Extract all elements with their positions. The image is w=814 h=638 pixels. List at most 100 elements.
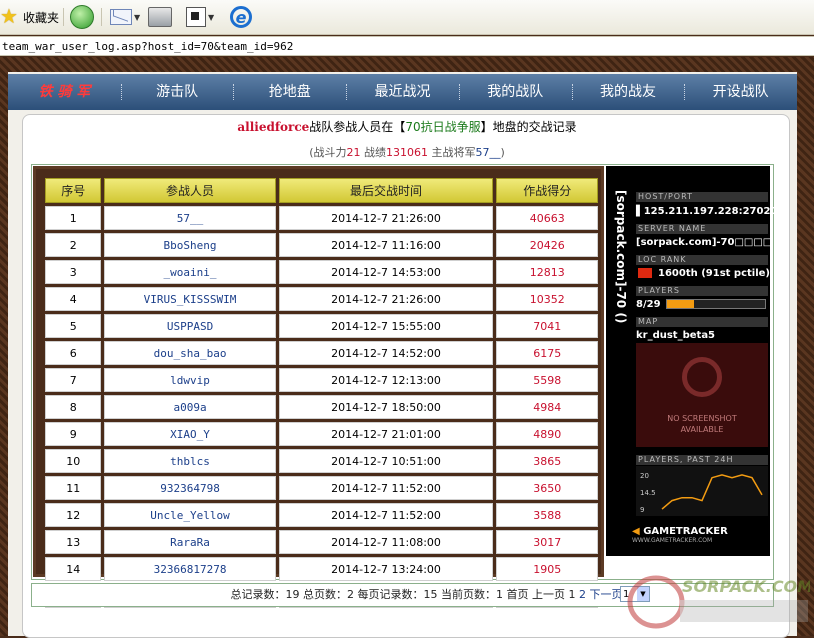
- nav-item-territory[interactable]: 抢地盘: [233, 74, 346, 110]
- cell-score: 4890: [496, 422, 598, 446]
- cell-player[interactable]: _woaini_: [104, 260, 276, 284]
- page-2-link[interactable]: 2: [579, 588, 586, 601]
- players-bar-fill: [667, 300, 695, 308]
- next-page-link[interactable]: 下一页: [590, 588, 623, 601]
- players-bar: [666, 299, 766, 309]
- table-row: 14 32366817278 2014-12-7 13:24:00 1905: [45, 557, 598, 581]
- team-name[interactable]: alliedforce: [237, 120, 309, 134]
- server-name[interactable]: 70抗日战争服: [405, 120, 480, 134]
- header-player: 参战人员: [104, 178, 276, 203]
- record-value: 131061: [386, 146, 428, 159]
- rank-label: LOC RANK: [636, 255, 768, 265]
- nav-item-recent[interactable]: 最近战况: [346, 74, 459, 110]
- cell-no: 12: [45, 503, 102, 527]
- cell-no: 11: [45, 476, 102, 500]
- favorites-button[interactable]: 收藏夹: [0, 5, 59, 29]
- pagination-summary: 总记录数：19 总页数：2 每页记录数：15 当前页数：1 首页 上一页 1: [230, 588, 579, 601]
- cell-time: 2014-12-7 11:16:00: [278, 233, 494, 257]
- chevron-down-icon: ▼: [208, 12, 215, 22]
- cell-player[interactable]: a009a: [104, 395, 276, 419]
- records-table: 序号 参战人员 最后交战时间 作战得分 1 57__ 2014-12-7 21:26…: [42, 175, 601, 611]
- nav-item-my-friends[interactable]: 我的战友: [571, 74, 685, 110]
- map-label: MAP: [636, 317, 768, 327]
- table-row: 3 _woaini_ 2014-12-7 14:53:00 12813: [45, 260, 598, 284]
- table-row: 4 VIRUS_KISSSWIM 2014-12-7 21:26:00 10352: [45, 287, 598, 311]
- cell-player[interactable]: Uncle_Yellow: [104, 503, 276, 527]
- cell-player[interactable]: BboSheng: [104, 233, 276, 257]
- print-button[interactable]: [148, 5, 172, 29]
- cell-no: 8: [45, 395, 102, 419]
- players-graph: 20 14.5 9: [636, 466, 768, 516]
- table-row: 6 dou_sha_bao 2014-12-7 14:52:00 6175: [45, 341, 598, 365]
- mail-button[interactable]: ▼: [110, 5, 140, 29]
- nav-item-guerrilla[interactable]: 游击队: [120, 74, 234, 110]
- cell-player[interactable]: thblcs: [104, 449, 276, 473]
- cell-time: 2014-12-7 13:24:00: [278, 557, 494, 581]
- cell-score: 10352: [496, 287, 598, 311]
- edit-icon: [186, 7, 206, 27]
- nav-item-my-team[interactable]: 我的战队: [458, 74, 572, 110]
- cell-no: 5: [45, 314, 102, 338]
- cell-no: 1: [45, 206, 102, 230]
- server-value: [sorpack.com]-70□□□□: [636, 237, 773, 248]
- ie-icon: e: [230, 6, 252, 28]
- stats-text: ): [500, 146, 505, 159]
- graph-tick-14: 14.5: [640, 489, 656, 497]
- header-time: 最后交战时间: [278, 178, 494, 203]
- cell-score: 3588: [496, 503, 598, 527]
- host-label: HOST/PORT: [636, 192, 768, 202]
- ie-button[interactable]: e: [230, 5, 252, 29]
- table-row: 2 BboSheng 2014-12-7 11:16:00 20426: [45, 233, 598, 257]
- cell-score: 3865: [496, 449, 598, 473]
- nav-item-tieqijun[interactable]: 铁 骑 军: [8, 74, 121, 110]
- gametracker-banner[interactable]: [sorpack.com]-70 () HOST/PORT ▌125.211.1…: [606, 166, 777, 556]
- power-value: 21: [346, 146, 361, 159]
- cell-player[interactable]: RaraRa: [104, 530, 276, 554]
- page-title: alliedforce战队参战人员在【70抗日战争服】地盘的交战记录: [0, 118, 814, 135]
- watermark-text: SORPACK.COM: [682, 577, 810, 596]
- cell-score: 1905: [496, 557, 598, 581]
- general-link[interactable]: 57__: [476, 146, 501, 159]
- table-row: 7 ldwvip 2014-12-7 12:13:00 5598: [45, 368, 598, 392]
- table-row: 9 XIAO_Y 2014-12-7 21:01:00 4890: [45, 422, 598, 446]
- cell-player[interactable]: XIAO_Y: [104, 422, 276, 446]
- mail-icon: [110, 9, 132, 25]
- cell-score: 12813: [496, 260, 598, 284]
- cell-player[interactable]: 32366817278: [104, 557, 276, 581]
- cell-player[interactable]: USPPASD: [104, 314, 276, 338]
- cell-no: 6: [45, 341, 102, 365]
- cell-time: 2014-12-7 21:26:00: [278, 206, 494, 230]
- table-row: 12 Uncle_Yellow 2014-12-7 11:52:00 3588: [45, 503, 598, 527]
- cell-player[interactable]: VIRUS_KISSSWIM: [104, 287, 276, 311]
- stats-text: 战绩: [360, 146, 386, 159]
- cell-score: 3017: [496, 530, 598, 554]
- address-bar[interactable]: team_war_user_log.asp?host_id=70&team_id…: [0, 36, 814, 56]
- cell-time: 2014-12-7 15:55:00: [278, 314, 494, 338]
- edit-button[interactable]: ▼: [186, 5, 214, 29]
- gametracker-logo-icon: [682, 357, 722, 397]
- cell-time: 2014-12-7 11:08:00: [278, 530, 494, 554]
- cell-score: 7041: [496, 314, 598, 338]
- graph-tick-9: 9: [640, 506, 644, 514]
- cell-player[interactable]: dou_sha_bao: [104, 341, 276, 365]
- cell-time: 2014-12-7 21:26:00: [278, 287, 494, 311]
- printer-icon: [148, 7, 172, 27]
- gametracker-footer[interactable]: ◀ GAMETRACKER WWW.GAMETRACKER.COM: [632, 526, 768, 550]
- header-score: 作战得分: [496, 178, 598, 203]
- table-row: 5 USPPASD 2014-12-7 15:55:00 7041: [45, 314, 598, 338]
- history-button[interactable]: [70, 5, 94, 29]
- no-screenshot-text: NO SCREENSHOT: [667, 414, 737, 423]
- cell-score: 6175: [496, 341, 598, 365]
- favorites-label: 收藏夹: [23, 10, 60, 25]
- cell-player[interactable]: 57__: [104, 206, 276, 230]
- cell-time: 2014-12-7 14:52:00: [278, 341, 494, 365]
- cell-time: 2014-12-7 10:51:00: [278, 449, 494, 473]
- cell-player[interactable]: ldwvip: [104, 368, 276, 392]
- nav-item-create-team[interactable]: 开设战队: [684, 74, 797, 110]
- map-value: kr_dust_beta5: [636, 330, 716, 341]
- cell-time: 2014-12-7 21:01:00: [278, 422, 494, 446]
- cell-score: 20426: [496, 233, 598, 257]
- cell-player[interactable]: 932364798: [104, 476, 276, 500]
- host-value: ▌125.211.197.228:27020: [636, 206, 778, 217]
- toolbar-separator: [63, 8, 64, 26]
